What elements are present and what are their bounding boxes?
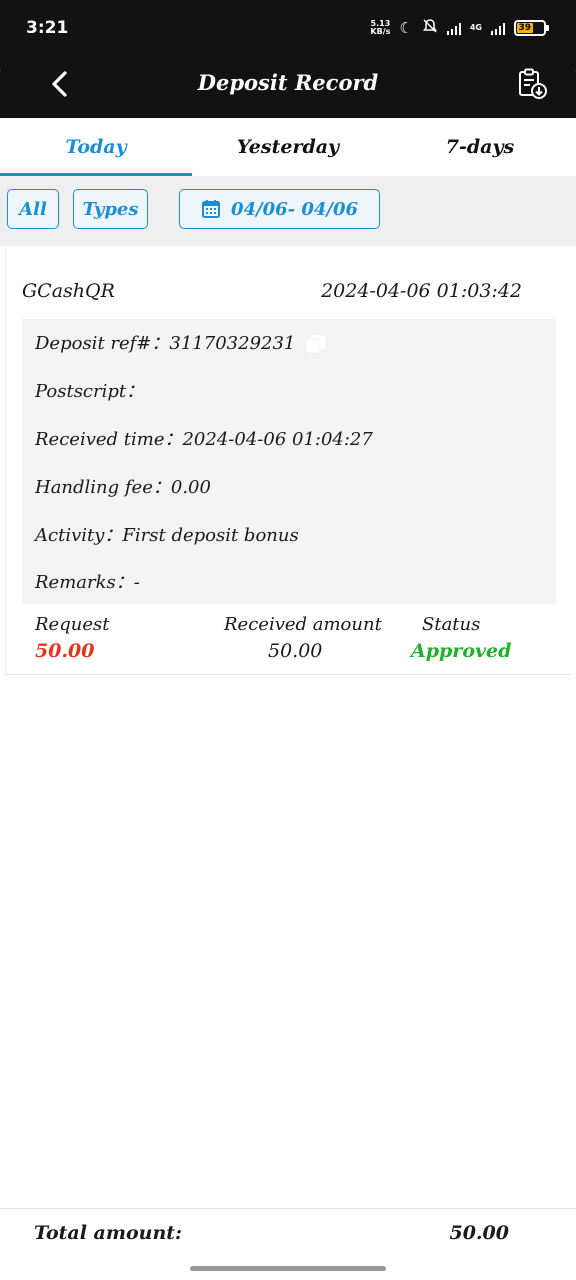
total-footer: Total amount: 50.00 bbox=[0, 1208, 576, 1258]
muted-bell-icon bbox=[422, 18, 438, 37]
network-speed: 5.13 KB/s bbox=[370, 18, 391, 36]
received-amount-value: 50.00 bbox=[268, 640, 323, 662]
deposit-ref-row: Deposit ref#：31170329231 bbox=[35, 329, 329, 355]
received-time-value: 2024-04-06 01:04:27 bbox=[182, 429, 373, 450]
record-datetime: 2024-04-06 01:03:42 bbox=[321, 280, 522, 302]
status-time: 3:21 bbox=[26, 18, 69, 38]
activity-row: Activity：First deposit bonus bbox=[35, 521, 299, 547]
filter-all-button[interactable]: All bbox=[7, 189, 59, 229]
copy-icon[interactable] bbox=[303, 333, 329, 355]
deposit-ref-label: Deposit ref#： bbox=[35, 333, 170, 354]
page-title: Deposit Record bbox=[197, 70, 379, 95]
remarks-value: - bbox=[133, 572, 140, 593]
received-amount-label: Received amount bbox=[224, 614, 382, 635]
date-range-button[interactable]: 04/06- 04/06 bbox=[179, 189, 380, 229]
payment-method: GCashQR bbox=[22, 280, 115, 302]
deposit-record-card[interactable]: GCashQR 2024-04-06 01:03:42 Deposit ref#… bbox=[5, 248, 571, 675]
export-button[interactable] bbox=[512, 64, 552, 104]
tab-today[interactable]: Today bbox=[0, 118, 192, 176]
status-value: Approved bbox=[411, 640, 512, 662]
status-label: Status bbox=[422, 614, 481, 635]
filter-types-button[interactable]: Types bbox=[73, 189, 148, 229]
total-amount-label: Total amount: bbox=[34, 1222, 183, 1244]
activity-value: First deposit bonus bbox=[122, 525, 299, 546]
tab-yesterday[interactable]: Yesterday bbox=[192, 118, 384, 176]
calendar-icon bbox=[201, 200, 220, 218]
battery-level: 39 bbox=[517, 22, 533, 33]
request-label: Request bbox=[35, 614, 110, 635]
remarks-label: Remarks： bbox=[35, 572, 134, 593]
signal-icon-2 bbox=[491, 21, 505, 35]
network-type: 4G bbox=[469, 22, 482, 32]
date-range-label: 04/06- 04/06 bbox=[230, 198, 359, 220]
record-details: Deposit ref#：31170329231 Postscript： Rec… bbox=[22, 319, 556, 604]
received-time-row: Received time：2024-04-06 01:04:27 bbox=[35, 425, 373, 451]
status-bar: 3:21 5.13 KB/s ☾ 4G 39 bbox=[0, 0, 576, 50]
handling-fee-value: 0.00 bbox=[170, 477, 211, 498]
app-header: Deposit Record bbox=[0, 50, 576, 118]
signal-icon bbox=[446, 21, 461, 35]
handling-fee-label: Handling fee： bbox=[35, 477, 171, 498]
postscript-row: Postscript： bbox=[35, 377, 144, 403]
deposit-ref-value: 31170329231 bbox=[169, 333, 296, 354]
handling-fee-row: Handling fee：0.00 bbox=[35, 473, 211, 499]
request-value: 50.00 bbox=[35, 640, 95, 662]
clipboard-download-icon bbox=[519, 68, 547, 99]
postscript-label: Postscript： bbox=[35, 381, 145, 402]
remarks-row: Remarks：- bbox=[35, 568, 140, 594]
home-indicator[interactable] bbox=[190, 1266, 386, 1271]
status-icons: 5.13 KB/s ☾ 4G 39 bbox=[370, 18, 549, 37]
received-time-label: Received time： bbox=[35, 429, 183, 450]
total-amount-value: 50.00 bbox=[449, 1222, 510, 1244]
activity-label: Activity： bbox=[35, 525, 123, 546]
filter-bar: All Types 04/06- 04/06 bbox=[0, 176, 576, 246]
battery-icon: 39 bbox=[514, 19, 549, 36]
moon-icon: ☾ bbox=[399, 18, 413, 37]
date-tabs: Today Yesterday 7-days bbox=[0, 118, 576, 176]
tab-7-days[interactable]: 7-days bbox=[384, 118, 576, 176]
